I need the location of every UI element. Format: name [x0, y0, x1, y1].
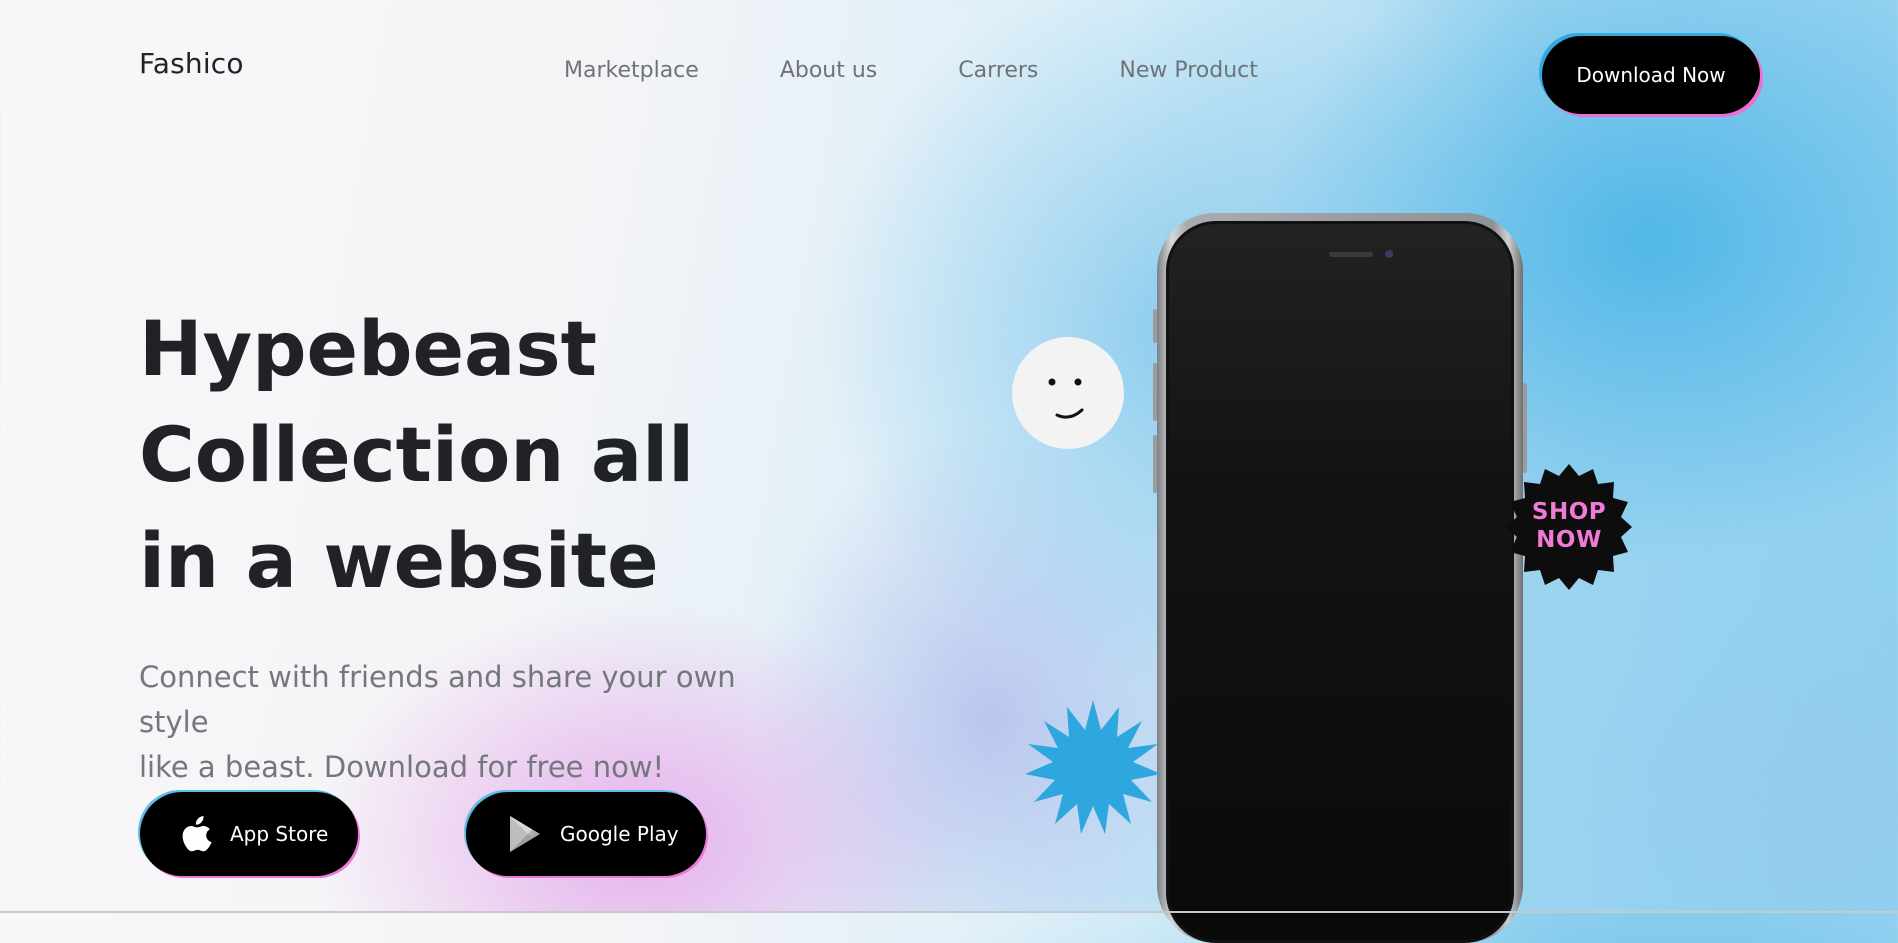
phone-side-button — [1523, 383, 1527, 473]
phone-mockup — [1153, 213, 1527, 943]
hero-subtitle-line-2: like a beast. Download for free now! — [139, 750, 665, 784]
hero-title: Hypebeast Collection all in a website — [139, 296, 759, 614]
google-play-label: Google Play — [560, 822, 679, 846]
phone-camera — [1385, 250, 1393, 258]
brand-logo[interactable]: Fashico — [139, 47, 244, 80]
app-store-button[interactable]: App Store — [140, 792, 358, 876]
nav-item-about-us[interactable]: About us — [780, 58, 877, 83]
apple-icon — [182, 816, 214, 852]
phone-speaker — [1329, 252, 1373, 257]
phone-side-button — [1153, 309, 1157, 343]
app-store-label: App Store — [230, 822, 329, 846]
phone-side-button — [1153, 363, 1157, 421]
phone-side-button — [1153, 435, 1157, 493]
hero-subtitle: Connect with friends and share your own … — [139, 655, 779, 790]
nav-item-carrers[interactable]: Carrers — [958, 58, 1038, 83]
smiley-face-icon — [1012, 337, 1124, 449]
google-play-icon — [508, 815, 542, 853]
nav-item-new-product[interactable]: New Product — [1119, 58, 1258, 83]
hero-subtitle-line-1: Connect with friends and share your own … — [139, 660, 736, 739]
google-play-button[interactable]: Google Play — [466, 792, 706, 876]
nav-item-marketplace[interactable]: Marketplace — [564, 58, 699, 83]
starburst-icon — [1025, 700, 1161, 836]
shop-now-line-1: SHOP — [1531, 499, 1607, 525]
main-nav: Marketplace About us Carrers New Product — [564, 58, 1258, 83]
phone-screen — [1166, 221, 1514, 943]
shop-now-badge[interactable]: SHOP NOW — [1504, 462, 1634, 592]
download-now-button[interactable]: Download Now — [1542, 36, 1760, 114]
shop-now-text: SHOP NOW — [1504, 498, 1634, 554]
hero-title-line-2: Collection all — [139, 410, 695, 499]
hero-title-line-3: in a website — [139, 516, 659, 605]
shop-now-line-2: NOW — [1536, 527, 1602, 553]
hero-title-line-1: Hypebeast — [139, 304, 597, 393]
